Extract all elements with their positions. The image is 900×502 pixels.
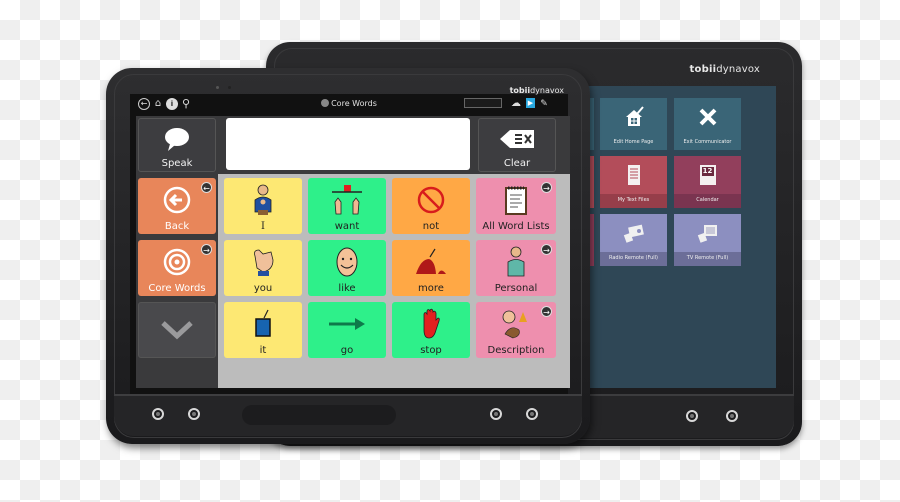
cloud-sync-icon[interactable]: ☁ — [508, 98, 524, 110]
word-tile-like[interactable]: like — [308, 240, 386, 296]
brand-logo: tobiidynavox — [689, 64, 760, 75]
tv-remote-icon — [697, 214, 719, 252]
top-toolbar: ← ⌂ i ⚲ Core Words ☁ ▶ ✎ — [130, 98, 568, 114]
radio-remote-icon — [623, 214, 645, 252]
arrow-right-small-icon: → — [541, 182, 552, 193]
chevron-down-icon — [139, 303, 215, 357]
tile-calendar[interactable]: 12 Calendar — [674, 156, 741, 208]
folder-tile-personal[interactable]: → Personal — [476, 240, 556, 296]
house-pencil-icon — [623, 98, 645, 136]
hardware-button[interactable] — [526, 408, 538, 420]
smiling-face-icon — [308, 240, 386, 283]
brand-logo: tobiidynavox — [509, 86, 564, 95]
arrow-right-icon — [308, 302, 386, 345]
device-bottom-bar — [114, 394, 582, 436]
hardware-button[interactable] — [726, 410, 738, 422]
tile-edit-home-page[interactable]: Edit Home Page — [600, 98, 667, 150]
tile-radio-remote[interactable]: Radio Remote (Full) — [600, 214, 667, 266]
word-tile-want[interactable]: want — [308, 178, 386, 234]
speech-bubble-icon — [139, 119, 215, 158]
edit-mode-icon[interactable]: ✎ — [538, 98, 550, 110]
word-tile-not[interactable]: not — [392, 178, 470, 234]
play-icon[interactable]: ▶ — [526, 98, 535, 108]
tile-my-text-files[interactable]: My Text Files — [600, 156, 667, 208]
message-window[interactable] — [226, 118, 470, 170]
front-tablet-device: tobiidynavox ← ⌂ i ⚲ Core Words ☁ ▶ ✎ Sp… — [106, 68, 590, 444]
want-hands-icon — [308, 178, 386, 221]
x-icon — [698, 98, 718, 136]
backspace-clear-icon — [479, 119, 555, 158]
person-self-icon — [224, 178, 302, 221]
calendar-icon: 12 — [699, 156, 716, 194]
arrow-right-small-icon: → — [541, 244, 552, 255]
page-icon — [321, 99, 330, 107]
pointing-hand-icon — [224, 240, 302, 283]
communication-board: Speak Clear ← Back → Core Words I want n… — [136, 116, 570, 388]
sensor-dot — [216, 86, 219, 89]
word-tile-go[interactable]: go — [308, 302, 386, 358]
speaker-grille — [242, 405, 396, 425]
clear-button[interactable]: Clear — [478, 118, 556, 172]
hardware-button[interactable] — [686, 410, 698, 422]
folder-tile-all-word-lists[interactable]: → All Word Lists — [476, 178, 556, 234]
tile-tv-remote[interactable]: TV Remote (Full) — [674, 214, 741, 266]
arrow-left-small-icon: ← — [201, 182, 212, 193]
blue-square-icon — [224, 302, 302, 345]
page-title: Core Words — [331, 99, 377, 108]
hardware-button[interactable] — [490, 408, 502, 420]
tile-exit-communicator[interactable]: Exit Communicator — [674, 98, 741, 150]
word-tile-it[interactable]: it — [224, 302, 302, 358]
toolbar-field[interactable] — [464, 98, 502, 108]
word-tile-more[interactable]: more — [392, 240, 470, 296]
front-screen: tobiidynavox ← ⌂ i ⚲ Core Words ☁ ▶ ✎ Sp… — [130, 86, 570, 394]
arrow-right-small-icon: → — [201, 244, 212, 255]
calendar-day: 12 — [701, 167, 714, 176]
back-button[interactable]: ← Back — [138, 178, 216, 234]
word-tile-stop[interactable]: stop — [392, 302, 470, 358]
notebook-icon — [626, 156, 642, 194]
scroll-down-button[interactable] — [138, 302, 216, 358]
speak-button[interactable]: Speak — [138, 118, 216, 172]
word-tile-you[interactable]: you — [224, 240, 302, 296]
folder-tile-description[interactable]: → Description — [476, 302, 556, 358]
hardware-button[interactable] — [152, 408, 164, 420]
word-tile-i[interactable]: I — [224, 178, 302, 234]
berries-pile-icon — [392, 240, 470, 283]
arrow-right-small-icon: → — [541, 306, 552, 317]
camera-dot — [228, 86, 231, 89]
hardware-button[interactable] — [188, 408, 200, 420]
stop-hand-icon — [392, 302, 470, 345]
core-words-button[interactable]: → Core Words — [138, 240, 216, 296]
prohibited-icon — [392, 178, 470, 221]
